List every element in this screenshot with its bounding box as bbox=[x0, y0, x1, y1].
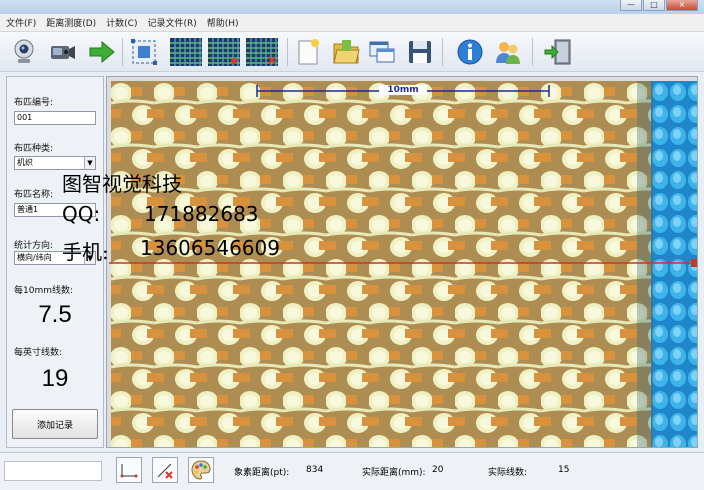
thread-count-label: 实际线数: bbox=[488, 468, 528, 478]
grid-pattern-icon-2[interactable] bbox=[206, 36, 242, 68]
thread-count-value: 15 bbox=[558, 465, 570, 475]
webcam-icon[interactable] bbox=[8, 36, 40, 68]
real-distance-label: 实际距离(mm): bbox=[362, 468, 426, 478]
watermark-company: 图智视觉科技 bbox=[62, 172, 182, 196]
scale-bar-label: 10mm bbox=[379, 85, 427, 95]
perinch-label: 每英寸线数: bbox=[14, 348, 63, 358]
cloth-no-input[interactable]: 001 bbox=[14, 111, 96, 125]
status-bar: 象素距离(pt): 834 实际距离(mm): 20 实际线数: 15 bbox=[0, 452, 704, 490]
new-document-icon[interactable] bbox=[292, 36, 324, 68]
clear-line-icon[interactable] bbox=[152, 457, 178, 483]
watermark-phone-value: 13606546609 bbox=[140, 236, 280, 260]
pixel-distance-value: 834 bbox=[306, 465, 324, 475]
watermark-qq-label: QQ: bbox=[62, 202, 101, 226]
crop-select-icon[interactable] bbox=[128, 36, 160, 68]
cloth-name-label: 布匹名称: bbox=[14, 190, 54, 200]
save-disk-icon[interactable] bbox=[404, 36, 436, 68]
minimize-button[interactable]: — bbox=[620, 0, 642, 11]
menu-bar: 文件(F) 距离测度(D) 计数(C) 记录文件(R) 帮助(H) bbox=[0, 14, 704, 32]
grid-pattern-icon-1[interactable] bbox=[168, 36, 204, 68]
open-folder-icon[interactable] bbox=[330, 36, 362, 68]
maximize-button[interactable]: □ bbox=[643, 0, 665, 11]
direction-value: 横向/纬向 bbox=[17, 253, 52, 262]
add-record-button[interactable]: 添加记录 bbox=[12, 409, 98, 439]
cloth-no-label: 布匹编号: bbox=[14, 98, 54, 108]
menu-distance[interactable]: 距离测度(D) bbox=[46, 16, 96, 29]
image-viewer[interactable]: 10mm bbox=[106, 76, 698, 448]
real-distance-value: 20 bbox=[432, 465, 444, 475]
direction-label: 统计方向: bbox=[14, 241, 54, 251]
per10mm-label: 每10mm线数: bbox=[14, 286, 74, 296]
close-button[interactable]: × bbox=[666, 0, 698, 11]
pixel-distance-label: 象素距离(pt): bbox=[234, 468, 290, 478]
measurement-overlay bbox=[109, 85, 697, 267]
ruler-tool-icon[interactable] bbox=[116, 457, 142, 483]
menu-record-file[interactable]: 记录文件(R) bbox=[147, 16, 196, 29]
menu-file[interactable]: 文件(F) bbox=[6, 16, 36, 29]
menu-count[interactable]: 计数(C) bbox=[106, 16, 137, 29]
watermark-qq-value: 171882683 bbox=[144, 202, 259, 226]
info-icon[interactable] bbox=[454, 36, 486, 68]
color-palette-icon[interactable] bbox=[188, 457, 214, 483]
perinch-value: 19 bbox=[41, 365, 69, 392]
cloth-type-value: 机织 bbox=[17, 158, 33, 167]
cloth-type-label: 布匹种类: bbox=[14, 144, 54, 154]
toolbar bbox=[0, 32, 704, 72]
users-icon[interactable] bbox=[492, 36, 524, 68]
forward-arrow-icon[interactable] bbox=[86, 36, 118, 68]
watermark-phone-label: 手机: bbox=[62, 240, 109, 264]
exit-door-icon[interactable] bbox=[542, 36, 574, 68]
window-controls: — □ × bbox=[620, 0, 698, 12]
per10mm-value: 7.5 bbox=[38, 301, 72, 328]
title-bar: — □ × bbox=[0, 0, 704, 14]
menu-help[interactable]: 帮助(H) bbox=[207, 16, 239, 29]
status-text-box bbox=[4, 461, 102, 481]
camcorder-icon[interactable] bbox=[46, 36, 78, 68]
grid-pattern-icon-3[interactable] bbox=[244, 36, 280, 68]
windows-icon[interactable] bbox=[366, 36, 398, 68]
